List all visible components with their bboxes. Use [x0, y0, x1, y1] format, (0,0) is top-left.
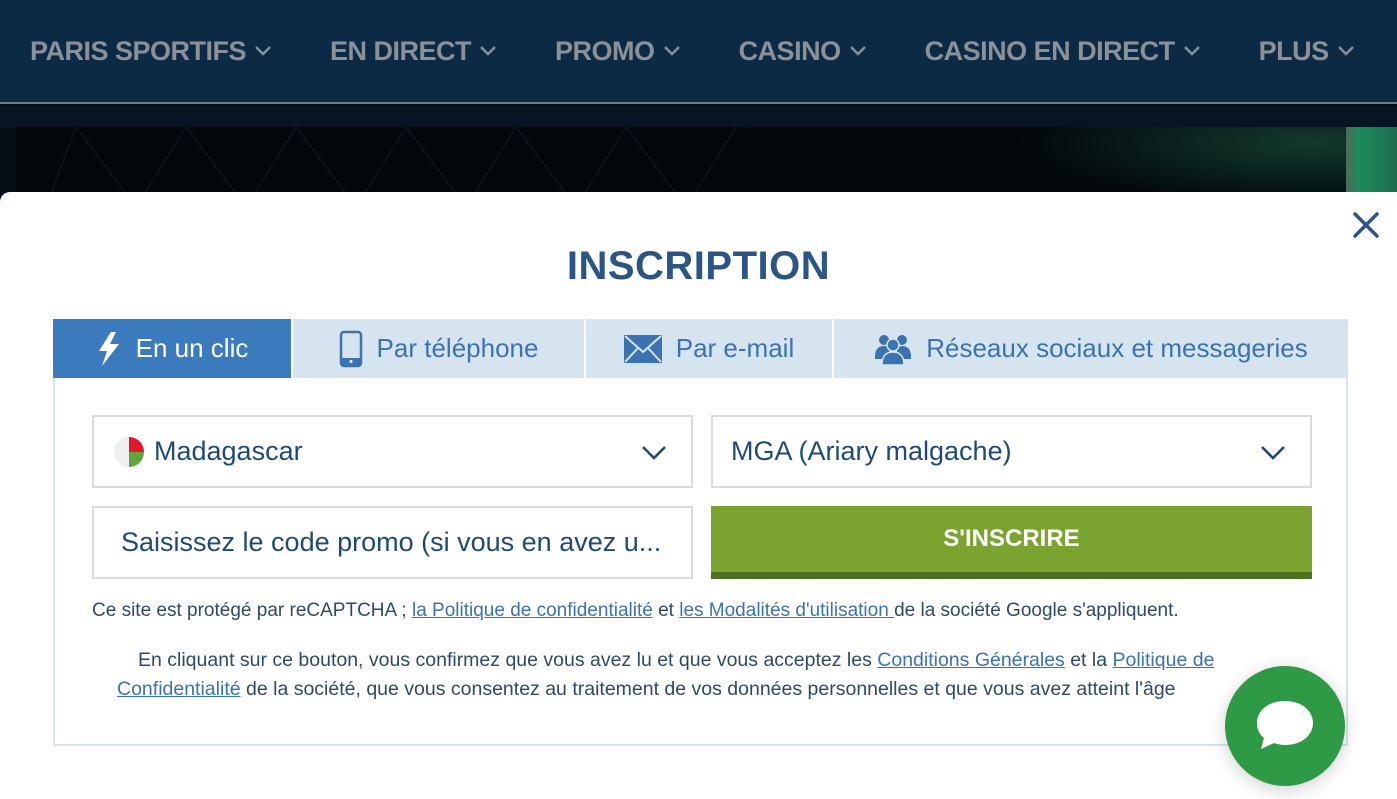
registration-tabs: En un clic Par téléphone Par e-mail Rése…: [53, 319, 1348, 378]
chevron-down-icon: [849, 46, 866, 56]
legal-text: et: [652, 600, 680, 621]
nav-label: PARIS SPORTIFS: [30, 35, 247, 66]
tab-email[interactable]: Par e-mail: [586, 319, 834, 378]
top-navigation: PARIS SPORTIFS EN DIRECT PROMO CASINO CA…: [0, 0, 1397, 104]
tab-social[interactable]: Réseaux sociaux et messageries: [834, 319, 1348, 378]
chevron-down-icon: [1183, 46, 1200, 56]
chevron-down-icon: [255, 46, 271, 56]
nav-item-en-direct[interactable]: EN DIRECT: [330, 36, 497, 67]
legal-text: Ce site est protégé par reCAPTCHA ;: [92, 600, 412, 621]
tab-one-click[interactable]: En un clic: [53, 319, 293, 378]
nav-item-casino-en-direct[interactable]: CASINO EN DIRECT: [925, 36, 1201, 67]
nav-label: CASINO: [738, 35, 842, 66]
users-icon: [874, 333, 912, 365]
tab-label: En un clic: [135, 333, 249, 363]
legal-text: et la: [1064, 649, 1113, 671]
chevron-down-icon: [663, 46, 680, 56]
legal-text: En cliquant sur ce bouton, vous confirme…: [138, 649, 878, 671]
nav-label: PLUS: [1258, 35, 1330, 66]
nav-item-plus[interactable]: PLUS: [1259, 36, 1355, 67]
nav-label: CASINO EN DIRECT: [924, 35, 1176, 66]
tab-label: Réseaux sociaux et messageries: [926, 333, 1308, 363]
lightning-icon: [96, 331, 122, 367]
recaptcha-notice: Ce site est protégé par reCAPTCHA ; la P…: [92, 600, 1332, 622]
legal-text: de la société, que vous consentez au tra…: [240, 678, 1176, 700]
chat-bubble-icon: [1257, 701, 1313, 749]
modal-title: INSCRIPTION: [566, 244, 831, 288]
nav-item-paris-sportifs[interactable]: PARIS SPORTIFS: [30, 36, 272, 67]
chevron-down-icon: [1261, 446, 1285, 460]
tab-phone[interactable]: Par téléphone: [293, 319, 586, 378]
nav-label: EN DIRECT: [330, 35, 472, 66]
chevron-down-icon: [642, 446, 666, 460]
promo-code-field[interactable]: [92, 506, 693, 579]
general-conditions-link[interactable]: Conditions Générales: [877, 649, 1065, 671]
registration-modal: INSCRIPTION En un clic Par téléphone Par…: [0, 192, 1397, 799]
chevron-down-icon: [480, 46, 496, 56]
promo-code-input[interactable]: [121, 527, 681, 558]
consent-notice: En cliquant sur ce bouton, vous confirme…: [117, 646, 1297, 704]
country-value: Madagascar: [154, 436, 303, 466]
nav-item-casino[interactable]: CASINO: [739, 36, 867, 67]
close-button[interactable]: [1351, 210, 1381, 240]
terms-of-use-link[interactable]: les Modalités d'utilisation: [679, 600, 894, 621]
nav-label: PROMO: [555, 35, 655, 66]
legal-text: de la société Google s'appliquent.: [894, 600, 1179, 621]
tab-label: Par téléphone: [376, 333, 539, 363]
register-button[interactable]: S'INSCRIRE: [711, 506, 1312, 579]
currency-value: MGA (Ariary malgache): [731, 436, 1012, 466]
country-select[interactable]: Madagascar: [92, 415, 693, 488]
currency-select[interactable]: MGA (Ariary malgache): [711, 415, 1312, 488]
privacy-policy-link[interactable]: la Politique de confidentialité: [412, 600, 653, 621]
nav-item-promo[interactable]: PROMO: [555, 36, 681, 67]
sub-bar: [0, 106, 1397, 128]
registration-form: Madagascar MGA (Ariary malgache) S'INSCR…: [53, 378, 1348, 746]
madagascar-flag-icon: [114, 436, 144, 467]
chat-button[interactable]: [1225, 666, 1345, 786]
close-icon: [1353, 212, 1379, 238]
tab-label: Par e-mail: [675, 333, 795, 363]
chevron-down-icon: [1337, 46, 1354, 56]
phone-icon: [339, 330, 363, 368]
envelope-icon: [623, 334, 662, 363]
